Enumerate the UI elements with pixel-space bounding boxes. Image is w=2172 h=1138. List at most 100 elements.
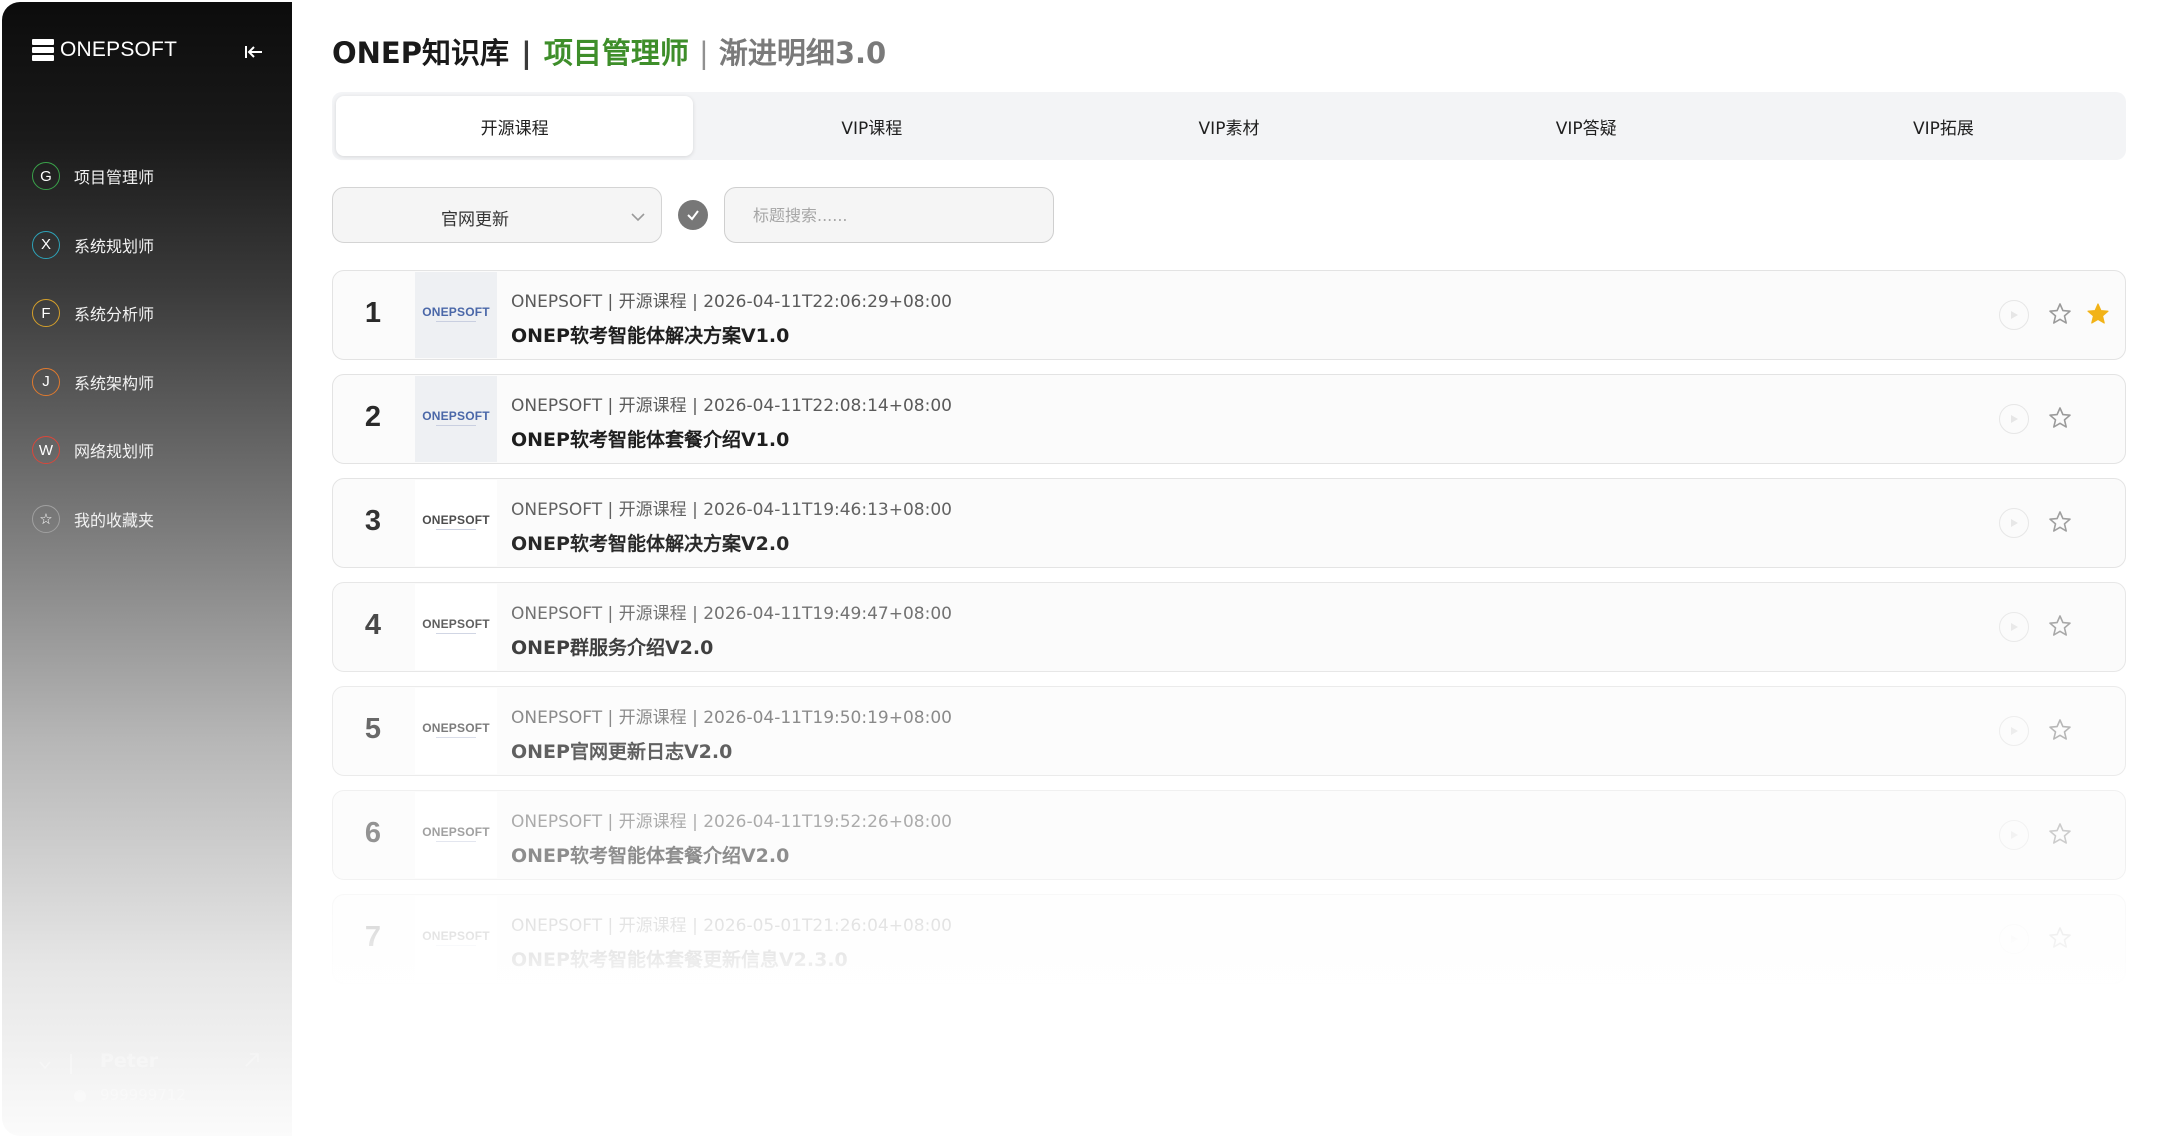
favorite-button[interactable] xyxy=(2043,401,2077,435)
item-thumbnail: ONEPSOFT xyxy=(415,584,497,670)
play-icon xyxy=(2011,623,2018,631)
thumbnail-tagline xyxy=(436,737,476,741)
thumbnail-logo: ONEPSOFT xyxy=(422,825,490,839)
sidebar-item-network-planner[interactable]: W 网络规划师 xyxy=(32,416,272,485)
item-thumbnail: ONEPSOFT xyxy=(415,376,497,462)
item-thumbnail: ONEPSOFT xyxy=(415,792,497,878)
play-button[interactable] xyxy=(1999,300,2029,330)
brand-mark-icon xyxy=(32,39,54,61)
play-button[interactable] xyxy=(1999,820,2029,850)
favorite-button[interactable] xyxy=(2043,609,2077,643)
title-brand: ONEP知识库 xyxy=(332,36,509,70)
item-meta: ONEPSOFT | 开源课程 | 2026-04-11T19:50:19+08… xyxy=(511,708,952,728)
favorited-star-button[interactable] xyxy=(2081,297,2115,331)
thumbnail-tagline xyxy=(436,321,476,325)
sidebar-item-label: 系统分析师 xyxy=(74,305,155,325)
star-outline-icon xyxy=(2049,823,2071,844)
item-title: ONEP软考智能体套餐更新信息V2.3.0 xyxy=(511,949,848,971)
star-outline-icon xyxy=(2049,303,2071,324)
play-icon xyxy=(2011,831,2018,839)
item-index: 7 xyxy=(364,921,382,953)
collapse-left-icon xyxy=(245,46,262,58)
list-item[interactable]: 2 ONEPSOFT ONEPSOFT | 开源课程 | 2026-04-11T… xyxy=(332,374,2126,464)
page-title: ONEP知识库 | 项目管理师 | 渐进明细3.0 xyxy=(332,30,886,72)
app-window: ONEPSOFT G 项目管理师 X 系统规划师 F 系统分析师 J 系统架构师… xyxy=(0,0,2172,1138)
play-button[interactable] xyxy=(1999,716,2029,746)
play-button[interactable] xyxy=(1999,404,2029,434)
thumbnail-tagline xyxy=(436,529,476,533)
title-search-input[interactable] xyxy=(724,187,1054,243)
item-meta: ONEPSOFT | 开源课程 | 2026-04-11T19:49:47+08… xyxy=(511,604,952,624)
badge-j-icon: J xyxy=(32,367,60,396)
play-button[interactable] xyxy=(1999,924,2029,954)
item-thumbnail: ONEPSOFT xyxy=(415,272,497,358)
sidebar-item-system-planner[interactable]: X 系统规划师 xyxy=(32,211,272,280)
tab-vip-materials[interactable]: VIP素材 xyxy=(1050,96,1407,156)
list-item[interactable]: 6 ONEPSOFT ONEPSOFT | 开源课程 | 2026-04-11T… xyxy=(332,790,2126,880)
item-thumbnail: ONEPSOFT xyxy=(415,480,497,566)
list-item[interactable]: 3 ONEPSOFT ONEPSOFT | 开源课程 | 2026-04-11T… xyxy=(332,478,2126,568)
item-title: ONEP群服务介绍V2.0 xyxy=(511,637,714,659)
item-index: 1 xyxy=(364,297,382,329)
user-profile[interactable]: Peter 999999712 xyxy=(32,1042,272,1112)
sidebar-item-label: 系统规划师 xyxy=(74,236,155,256)
thumbnail-tagline xyxy=(436,633,476,637)
item-title: ONEP软考智能体解决方案V1.0 xyxy=(511,325,790,347)
play-icon xyxy=(2011,519,2018,527)
badge-g-icon: G xyxy=(32,162,60,191)
list-item[interactable]: 5 ONEPSOFT ONEPSOFT | 开源课程 | 2026-04-11T… xyxy=(332,686,2126,776)
thumbnail-logo: ONEPSOFT xyxy=(422,409,490,423)
tab-vip-extension[interactable]: VIP拓展 xyxy=(1765,96,2122,156)
item-index: 3 xyxy=(364,505,382,537)
sidebar-item-label: 项目管理师 xyxy=(74,168,155,188)
favorite-button[interactable] xyxy=(2043,505,2077,539)
sidebar: ONEPSOFT G 项目管理师 X 系统规划师 F 系统分析师 J 系统架构师… xyxy=(2,2,292,1136)
title-divider: | xyxy=(521,36,532,70)
sidebar-item-system-analyst[interactable]: F 系统分析师 xyxy=(32,279,272,348)
tab-open-courses[interactable]: 开源课程 xyxy=(336,96,694,156)
item-meta: ONEPSOFT | 开源课程 | 2026-04-11T19:52:26+08… xyxy=(511,812,952,832)
chevron-down-icon[interactable] xyxy=(38,1058,52,1072)
brand-logo[interactable]: ONEPSOFT xyxy=(32,38,177,62)
tab-vip-qa[interactable]: VIP答疑 xyxy=(1408,96,1765,156)
external-link-icon[interactable] xyxy=(242,1050,262,1070)
play-icon xyxy=(2011,935,2018,943)
tab-vip-courses[interactable]: VIP课程 xyxy=(693,96,1050,156)
category-select[interactable]: 官网更新 xyxy=(332,187,662,243)
sidebar-item-label: 我的收藏夹 xyxy=(74,510,155,530)
favorite-button[interactable] xyxy=(2043,921,2077,955)
course-list: 1 ONEPSOFT ONEPSOFT | 开源课程 | 2026-04-11T… xyxy=(332,270,2126,998)
star-outline-icon xyxy=(2049,927,2071,948)
play-icon xyxy=(2011,311,2018,319)
thumbnail-tagline xyxy=(436,841,476,845)
star-outline-icon xyxy=(2049,615,2071,636)
thumbnail-tagline xyxy=(436,945,476,949)
filter-bar: 官网更新 xyxy=(332,187,1054,243)
sidebar-nav: G 项目管理师 X 系统规划师 F 系统分析师 J 系统架构师 W 网络规划师 … xyxy=(32,142,272,553)
divider xyxy=(70,1054,72,1074)
thumbnail-logo: ONEPSOFT xyxy=(422,929,490,943)
list-item[interactable]: 1 ONEPSOFT ONEPSOFT | 开源课程 | 2026-04-11T… xyxy=(332,270,2126,360)
confirm-filter-button[interactable] xyxy=(678,200,708,230)
thumbnail-logo: ONEPSOFT xyxy=(422,305,490,319)
check-icon xyxy=(687,210,699,221)
item-index: 5 xyxy=(364,713,382,745)
sidebar-item-favorites[interactable]: ☆ 我的收藏夹 xyxy=(32,485,272,554)
list-item[interactable]: 4 ONEPSOFT ONEPSOFT | 开源课程 | 2026-04-11T… xyxy=(332,582,2126,672)
play-icon xyxy=(2011,415,2018,423)
sidebar-item-label: 系统架构师 xyxy=(74,373,155,393)
favorite-button[interactable] xyxy=(2043,297,2077,331)
play-button[interactable] xyxy=(1999,508,2029,538)
item-index: 4 xyxy=(364,609,382,641)
sidebar-item-project-manager[interactable]: G 项目管理师 xyxy=(32,142,272,211)
sidebar-item-system-architect[interactable]: J 系统架构师 xyxy=(32,348,272,417)
list-item[interactable]: 7 ONEPSOFT ONEPSOFT | 开源课程 | 2026-05-01T… xyxy=(332,894,2126,984)
item-thumbnail: ONEPSOFT xyxy=(415,896,497,982)
sidebar-item-label: 网络规划师 xyxy=(74,442,155,462)
item-meta: ONEPSOFT | 开源课程 | 2026-04-11T22:08:14+08… xyxy=(511,396,952,416)
main-content: ONEP知识库 | 项目管理师 | 渐进明细3.0 开源课程 VIP课程 VIP… xyxy=(332,0,2132,1138)
play-button[interactable] xyxy=(1999,612,2029,642)
favorite-button[interactable] xyxy=(2043,817,2077,851)
favorite-button[interactable] xyxy=(2043,713,2077,747)
collapse-sidebar-button[interactable] xyxy=(240,38,268,66)
